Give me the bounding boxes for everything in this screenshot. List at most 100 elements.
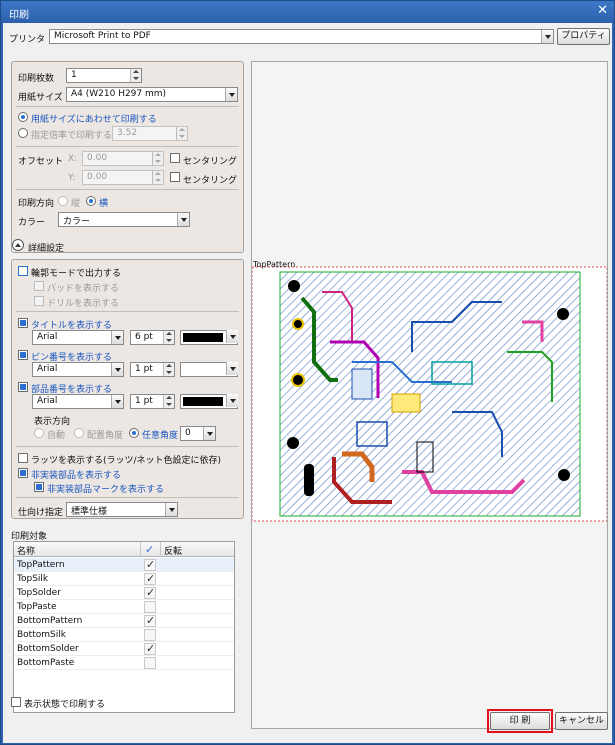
show-unmounted-checkbox[interactable] <box>18 468 28 478</box>
print-button[interactable]: 印 刷 <box>490 712 550 730</box>
column-header-invert[interactable]: 反転 <box>164 544 182 557</box>
print-dialog-window: 印刷 ✕ プリンタ Microsoft Print to PDF プロパティ 印… <box>0 0 615 745</box>
scale-stepper[interactable]: 3.52 <box>112 126 188 141</box>
spinner-arrows-icon[interactable] <box>163 331 174 344</box>
scale-radio[interactable] <box>18 128 28 138</box>
color-label: カラー <box>18 218 46 228</box>
direction-auto-radio[interactable] <box>34 428 44 438</box>
direction-label: 表示方向 <box>34 417 71 427</box>
layer-print-checkbox[interactable] <box>144 586 156 599</box>
color-select[interactable]: カラー <box>58 212 190 227</box>
spinner-arrows-icon[interactable] <box>130 69 141 82</box>
color-value: カラー <box>63 217 91 227</box>
direction-any-label: 任意角度 <box>142 431 179 441</box>
spinner-arrows-icon[interactable] <box>152 171 163 184</box>
layer-print-checkbox[interactable] <box>144 642 156 655</box>
portrait-label: 縦 <box>71 199 81 209</box>
table-row[interactable]: TopPaste <box>14 600 234 614</box>
offset-label: オフセット <box>18 157 64 167</box>
offset-x-stepper[interactable]: 0.00 <box>82 151 164 166</box>
table-row[interactable]: TopPattern <box>14 558 234 572</box>
chevron-down-icon <box>203 427 215 440</box>
copies-stepper[interactable]: 1 <box>66 68 142 83</box>
printer-select[interactable]: Microsoft Print to PDF <box>49 29 554 44</box>
spinner-arrows-icon[interactable] <box>163 363 174 376</box>
layer-name: TopSilk <box>17 574 49 584</box>
direction-place-label: 配置角度 <box>87 431 124 441</box>
basic-settings-panel: 印刷枚数 1 用紙サイズ A4 (W210 H297 mm) 用紙サイズにあわせ… <box>11 61 244 253</box>
printer-label: プリンタ <box>9 35 46 45</box>
spinner-arrows-icon[interactable] <box>176 127 187 140</box>
show-part-number-checkbox[interactable] <box>18 382 28 392</box>
offset-y-stepper[interactable]: 0.00 <box>82 170 164 185</box>
show-unmounted-mark-checkbox[interactable] <box>34 482 44 492</box>
centering-y-checkbox[interactable] <box>170 172 180 182</box>
show-title-checkbox[interactable] <box>18 318 28 328</box>
part-size-stepper[interactable]: 1 pt <box>130 394 175 409</box>
title-color-select[interactable] <box>180 330 238 345</box>
spinner-arrows-icon[interactable] <box>163 395 174 408</box>
divider <box>16 146 239 147</box>
layer-print-checkbox[interactable] <box>144 558 156 571</box>
table-row[interactable]: BottomPattern <box>14 614 234 628</box>
offset-y-value: 0.00 <box>87 172 108 182</box>
table-row[interactable]: TopSilk <box>14 572 234 586</box>
divider <box>16 311 239 312</box>
title-font-select[interactable]: Arial <box>32 330 124 345</box>
orientation-label: 印刷方向 <box>18 199 55 209</box>
outline-mode-checkbox[interactable] <box>18 266 28 276</box>
part-size-value: 1 pt <box>135 396 153 406</box>
show-drills-checkbox[interactable] <box>34 296 44 306</box>
divider <box>16 497 239 498</box>
cancel-button[interactable]: キャンセル <box>555 712 608 730</box>
angle-select[interactable]: 0 <box>180 426 216 441</box>
pin-color-select[interactable] <box>180 362 238 377</box>
title-bar: 印刷 ✕ <box>1 1 614 23</box>
show-pin-number-checkbox[interactable] <box>18 350 28 360</box>
details-toggle-label[interactable]: 詳細設定 <box>28 241 64 254</box>
table-row[interactable]: TopSolder <box>14 586 234 600</box>
spinner-arrows-icon[interactable] <box>152 152 163 165</box>
fit-paper-radio[interactable] <box>18 112 28 122</box>
part-color-select[interactable] <box>180 394 238 409</box>
table-row[interactable]: BottomSolder <box>14 642 234 656</box>
centering-x-checkbox[interactable] <box>170 153 180 163</box>
preview-caption: TopPattern <box>253 260 296 269</box>
paper-size-select[interactable]: A4 (W210 H297 mm) <box>66 87 238 102</box>
title-font-value: Arial <box>37 332 58 342</box>
table-row[interactable]: BottomPaste <box>14 656 234 670</box>
table-row[interactable]: BottomSilk <box>14 628 234 642</box>
column-header-name[interactable]: 名称 <box>17 544 35 557</box>
printer-value: Microsoft Print to PDF <box>54 31 151 41</box>
print-targets-table: 名称 ✓ 反転 TopPattern TopSilk TopSolder TopPas… <box>13 541 235 713</box>
chevron-down-icon <box>111 331 123 344</box>
pin-font-select[interactable]: Arial <box>32 362 124 377</box>
close-icon[interactable]: ✕ <box>597 4 608 18</box>
show-pads-checkbox[interactable] <box>34 281 44 291</box>
title-size-stepper[interactable]: 6 pt <box>130 330 175 345</box>
centering-x-label: センタリング <box>183 157 238 167</box>
column-header-check[interactable]: ✓ <box>145 543 154 556</box>
color-swatch <box>183 397 223 406</box>
print-display-state-checkbox[interactable] <box>11 697 21 707</box>
part-font-select[interactable]: Arial <box>32 394 124 409</box>
pin-size-stepper[interactable]: 1 pt <box>130 362 175 377</box>
dialog-body: プリンタ Microsoft Print to PDF プロパティ 印刷枚数 1… <box>3 23 612 743</box>
layer-print-checkbox[interactable] <box>144 601 156 613</box>
layer-print-checkbox[interactable] <box>144 614 156 627</box>
direction-any-radio[interactable] <box>129 428 139 438</box>
spec-value: 標準仕様 <box>71 507 108 517</box>
layer-print-checkbox[interactable] <box>144 572 156 585</box>
collapse-icon[interactable] <box>12 239 24 251</box>
chevron-down-icon <box>226 330 238 343</box>
properties-button[interactable]: プロパティ <box>557 28 610 45</box>
show-ratsnest-checkbox[interactable] <box>18 453 28 463</box>
layer-print-checkbox[interactable] <box>144 629 156 641</box>
direction-place-radio[interactable] <box>74 428 84 438</box>
layer-print-checkbox[interactable] <box>144 657 156 669</box>
copies-label: 印刷枚数 <box>18 74 55 84</box>
portrait-radio[interactable] <box>58 196 68 206</box>
layer-name: BottomSilk <box>17 630 66 640</box>
landscape-radio[interactable] <box>86 196 96 206</box>
spec-select[interactable]: 標準仕様 <box>66 502 178 517</box>
